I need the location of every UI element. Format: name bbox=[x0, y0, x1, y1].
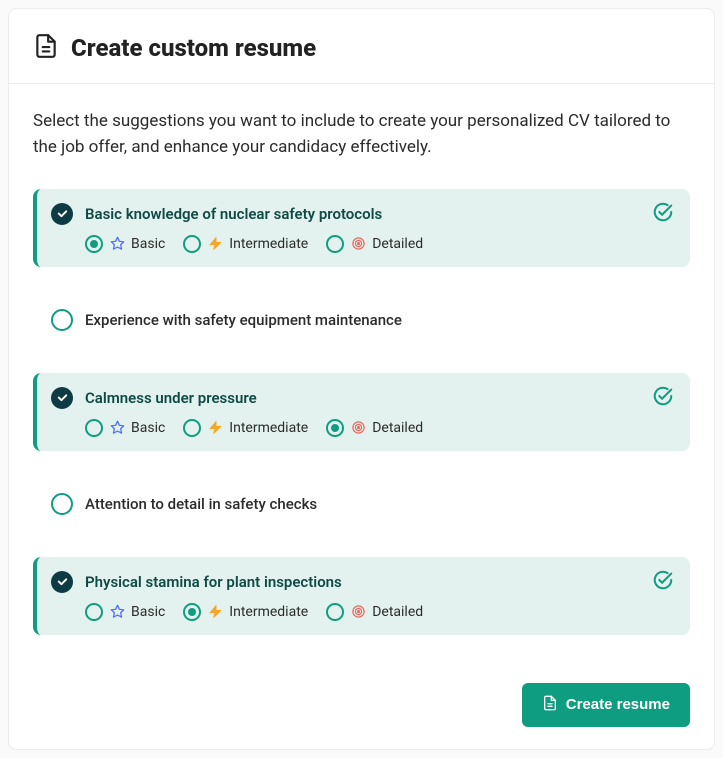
level-option-detailed[interactable]: Detailed bbox=[326, 235, 423, 253]
radio-icon bbox=[85, 419, 103, 437]
target-icon bbox=[350, 604, 366, 620]
suggestion-header: Experience with safety equipment mainten… bbox=[51, 309, 672, 331]
level-label: Basic bbox=[131, 604, 165, 620]
target-icon bbox=[350, 420, 366, 436]
suggestion-title: Calmness under pressure bbox=[85, 389, 257, 407]
card-body: Select the suggestions you want to inclu… bbox=[9, 84, 714, 683]
level-options: Basic Intermediate Detailed bbox=[85, 235, 672, 253]
suggestion-item: Physical stamina for plant inspections Ba… bbox=[33, 557, 690, 635]
suggestion-checkbox[interactable] bbox=[51, 309, 73, 331]
level-label: Detailed bbox=[372, 420, 423, 436]
level-option-intermediate[interactable]: Intermediate bbox=[183, 603, 308, 621]
suggestion-checkbox[interactable] bbox=[51, 387, 73, 409]
radio-icon bbox=[326, 603, 344, 621]
suggestion-title: Basic knowledge of nuclear safety protoc… bbox=[85, 205, 382, 223]
suggestion-title: Experience with safety equipment mainten… bbox=[85, 311, 402, 329]
document-icon bbox=[33, 33, 59, 63]
star-icon bbox=[109, 420, 125, 436]
suggestion-title: Physical stamina for plant inspections bbox=[85, 573, 342, 591]
radio-icon bbox=[85, 235, 103, 253]
suggestions-list: Basic knowledge of nuclear safety protoc… bbox=[33, 189, 690, 635]
confirm-check-icon bbox=[652, 201, 674, 227]
star-icon bbox=[109, 236, 125, 252]
create-resume-button[interactable]: Create resume bbox=[522, 683, 690, 727]
level-label: Intermediate bbox=[229, 236, 308, 252]
level-label: Detailed bbox=[372, 236, 423, 252]
create-resume-label: Create resume bbox=[566, 696, 670, 713]
level-label: Intermediate bbox=[229, 604, 308, 620]
level-label: Basic bbox=[131, 420, 165, 436]
suggestion-checkbox[interactable] bbox=[51, 571, 73, 593]
suggestion-item: Experience with safety equipment mainten… bbox=[33, 295, 690, 345]
level-option-basic[interactable]: Basic bbox=[85, 235, 165, 253]
level-option-detailed[interactable]: Detailed bbox=[326, 603, 423, 621]
level-option-intermediate[interactable]: Intermediate bbox=[183, 419, 308, 437]
document-icon bbox=[542, 695, 558, 715]
card-header: Create custom resume bbox=[9, 9, 714, 84]
suggestion-header: Basic knowledge of nuclear safety protoc… bbox=[51, 203, 672, 225]
level-options: Basic Intermediate Detailed bbox=[85, 419, 672, 437]
suggestion-header: Attention to detail in safety checks bbox=[51, 493, 672, 515]
level-option-basic[interactable]: Basic bbox=[85, 419, 165, 437]
level-option-intermediate[interactable]: Intermediate bbox=[183, 235, 308, 253]
level-option-detailed[interactable]: Detailed bbox=[326, 419, 423, 437]
confirm-check-icon bbox=[652, 385, 674, 411]
star-icon bbox=[109, 604, 125, 620]
radio-icon bbox=[183, 603, 201, 621]
level-label: Basic bbox=[131, 236, 165, 252]
bolt-icon bbox=[207, 604, 223, 620]
level-label: Intermediate bbox=[229, 420, 308, 436]
suggestion-item: Basic knowledge of nuclear safety protoc… bbox=[33, 189, 690, 267]
suggestion-header: Physical stamina for plant inspections bbox=[51, 571, 672, 593]
radio-icon bbox=[326, 235, 344, 253]
bolt-icon bbox=[207, 236, 223, 252]
suggestion-checkbox[interactable] bbox=[51, 493, 73, 515]
radio-icon bbox=[326, 419, 344, 437]
target-icon bbox=[350, 236, 366, 252]
description-text: Select the suggestions you want to inclu… bbox=[33, 108, 690, 161]
level-option-basic[interactable]: Basic bbox=[85, 603, 165, 621]
radio-icon bbox=[183, 419, 201, 437]
create-resume-card: Create custom resume Select the suggesti… bbox=[8, 8, 715, 750]
suggestion-item: Calmness under pressure Basic Intermediate… bbox=[33, 373, 690, 451]
bolt-icon bbox=[207, 420, 223, 436]
card-footer: Create resume bbox=[9, 683, 714, 749]
level-options: Basic Intermediate Detailed bbox=[85, 603, 672, 621]
level-label: Detailed bbox=[372, 604, 423, 620]
radio-icon bbox=[85, 603, 103, 621]
radio-icon bbox=[183, 235, 201, 253]
suggestion-title: Attention to detail in safety checks bbox=[85, 495, 317, 513]
suggestion-header: Calmness under pressure bbox=[51, 387, 672, 409]
suggestion-item: Attention to detail in safety checks bbox=[33, 479, 690, 529]
suggestion-checkbox[interactable] bbox=[51, 203, 73, 225]
page-title: Create custom resume bbox=[71, 34, 316, 62]
confirm-check-icon bbox=[652, 569, 674, 595]
